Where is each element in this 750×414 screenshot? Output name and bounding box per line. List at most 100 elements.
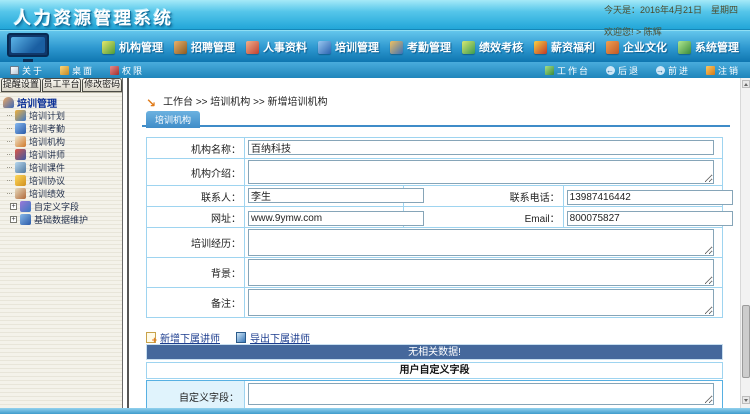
custom-field-label: 自定义字段： — [147, 381, 245, 408]
institution-form: 机构名称： 机构介绍： 联系人： 联系电话： 网址： Email： 培训经历： — [146, 137, 733, 318]
system-management-icon — [678, 40, 691, 54]
no-data-banner: 无相关数据! — [146, 344, 723, 360]
workbench-link[interactable]: 工作台 — [544, 64, 590, 77]
back-link[interactable]: 后退 — [605, 64, 640, 77]
tab-employee-platform[interactable]: 员工平台 — [41, 78, 82, 92]
breadcrumb: 工作台 >> 培训机构 >> 新增培训机构 — [146, 93, 327, 108]
salary-benefits-icon — [534, 40, 547, 54]
app-title: 人力资源管理系统 — [14, 9, 174, 28]
scroll-down-button[interactable] — [742, 396, 750, 404]
vertical-scrollbar[interactable] — [740, 78, 750, 408]
page-tab-row: 培训机构 — [142, 110, 730, 128]
sidebar-item-training-lecturer[interactable]: 培训讲师 — [3, 148, 122, 161]
scroll-up-button[interactable] — [742, 80, 750, 88]
scrollbar-thumb[interactable] — [742, 305, 750, 378]
sidebar-item-training-attendance[interactable]: 培训考勤 — [3, 122, 122, 135]
nav-item-system-management[interactable]: 系统管理 — [678, 39, 739, 55]
quick-tabs: 提醒设置 员工平台 修改密码 — [0, 78, 123, 92]
sidebar-tree: 培训管理 培训计划 培训考勤 培训机构 培训讲师 培训课件 培训协议 培训绩效 — [0, 92, 122, 408]
training-plan-icon — [15, 110, 26, 121]
custom-fields-icon — [20, 201, 31, 212]
computer-monitor-icon — [7, 33, 49, 62]
table-row: 网址： Email： — [146, 206, 733, 228]
custom-field-row: 自定义字段： — [146, 380, 723, 408]
training-lecturer-icon — [15, 149, 26, 160]
sidebar-item-training-agreement[interactable]: 培训协议 — [3, 174, 122, 187]
website-label: 网址： — [146, 206, 245, 228]
sidebar-item-base-data-maintenance[interactable]: + 基础数据维护 — [3, 213, 122, 226]
table-row: 背景： — [146, 257, 723, 288]
expand-plus-icon[interactable]: + — [10, 216, 17, 223]
frame-splitter[interactable] — [122, 78, 129, 408]
website-input[interactable] — [248, 211, 424, 226]
nav-item-attendance[interactable]: 考勤管理 — [390, 39, 451, 55]
phone-input[interactable] — [566, 190, 733, 205]
nav-item-salary-benefits[interactable]: 薪资福利 — [534, 39, 595, 55]
table-row: 培训经历： — [146, 227, 723, 258]
org-management-icon — [102, 40, 115, 54]
welcome-text: 欢迎您! > 陈辉 — [603, 27, 662, 37]
tab-change-password[interactable]: 修改密码 — [82, 78, 123, 92]
attendance-icon — [390, 40, 403, 54]
custom-field-textarea[interactable] — [248, 383, 715, 405]
permission-link[interactable]: 权限 — [110, 64, 144, 77]
export-subordinate-teacher-link[interactable]: 导出下属讲师 — [236, 330, 310, 345]
sidebar-item-training-courseware[interactable]: 培训课件 — [3, 161, 122, 174]
email-input[interactable] — [566, 211, 733, 226]
sidebar-item-training-plan[interactable]: 培训计划 — [3, 109, 122, 122]
org-name-input[interactable] — [248, 140, 715, 155]
tab-training-institution[interactable]: 培训机构 — [146, 111, 201, 128]
experience-label: 培训经历： — [146, 227, 245, 258]
date-text: 今天是：2016年4月21日 星期四 — [603, 5, 738, 15]
training-management-icon — [318, 40, 331, 54]
org-intro-label: 机构介绍： — [146, 158, 245, 186]
export-icon — [236, 332, 246, 343]
contact-input[interactable] — [248, 188, 424, 203]
desktop-link[interactable]: 桌面 — [60, 64, 94, 77]
forward-arrow-icon — [655, 65, 665, 75]
table-row: 备注： — [146, 287, 723, 318]
table-row: 联系人： 联系电话： — [146, 185, 733, 207]
main-content: 工作台 >> 培训机构 >> 新增培训机构 培训机构 机构名称： 机构介绍： 联… — [129, 78, 740, 408]
nav-item-company-culture[interactable]: 企业文化 — [606, 39, 667, 55]
contact-label: 联系人： — [146, 185, 245, 207]
nav-item-performance[interactable]: 绩效考核 — [462, 39, 523, 55]
nav-item-personnel-files[interactable]: 人事资料 — [246, 39, 307, 55]
training-person-icon — [3, 96, 14, 108]
custom-fields-section-title: 用户自定义字段 — [146, 362, 723, 379]
sidebar-section-training[interactable]: 培训管理 — [3, 95, 122, 110]
org-intro-textarea[interactable] — [248, 160, 715, 184]
recruitment-icon — [174, 40, 187, 54]
forward-link[interactable]: 前进 — [655, 64, 690, 77]
nav-item-recruitment[interactable]: 招聘管理 — [174, 39, 235, 55]
table-row: 机构名称： — [146, 137, 723, 159]
training-agreement-icon — [15, 175, 26, 186]
add-subordinate-teacher-link[interactable]: 新增下属讲师 — [146, 330, 220, 345]
experience-textarea[interactable] — [248, 229, 715, 256]
training-performance-icon — [15, 188, 26, 199]
remark-textarea[interactable] — [248, 289, 715, 316]
hr-system-window: 人力资源管理系统 今天是：2016年4月21日 星期四 欢迎您! > 陈辉 机构… — [0, 0, 750, 414]
about-link[interactable]: 关于 — [10, 64, 44, 77]
background-label: 背景： — [146, 257, 245, 288]
workbench-home-icon — [544, 65, 554, 75]
logout-link[interactable]: 注销 — [705, 64, 740, 77]
permission-icon — [110, 65, 120, 75]
remark-label: 备注： — [146, 287, 245, 318]
tab-reminder-settings[interactable]: 提醒设置 — [1, 78, 41, 92]
sidebar-item-training-performance[interactable]: 培训绩效 — [3, 187, 122, 200]
training-courseware-icon — [15, 162, 26, 173]
teacher-actions: 新增下属讲师 导出下属讲师 — [146, 330, 310, 345]
background-textarea[interactable] — [248, 259, 715, 286]
sidebar-item-training-institution[interactable]: 培训机构 — [3, 135, 122, 148]
expand-plus-icon[interactable]: + — [10, 203, 17, 210]
desktop-icon — [60, 65, 70, 75]
training-attendance-icon — [15, 123, 26, 134]
org-name-label: 机构名称： — [146, 137, 245, 159]
nav-item-org-management[interactable]: 机构管理 — [102, 39, 163, 55]
logout-icon — [705, 65, 715, 75]
nav-item-training-management[interactable]: 培训管理 — [318, 39, 379, 55]
sidebar-item-custom-fields[interactable]: + 自定义字段 — [3, 200, 122, 213]
breadcrumb-arrow-icon — [146, 98, 156, 108]
bottom-border-bar — [0, 408, 750, 414]
